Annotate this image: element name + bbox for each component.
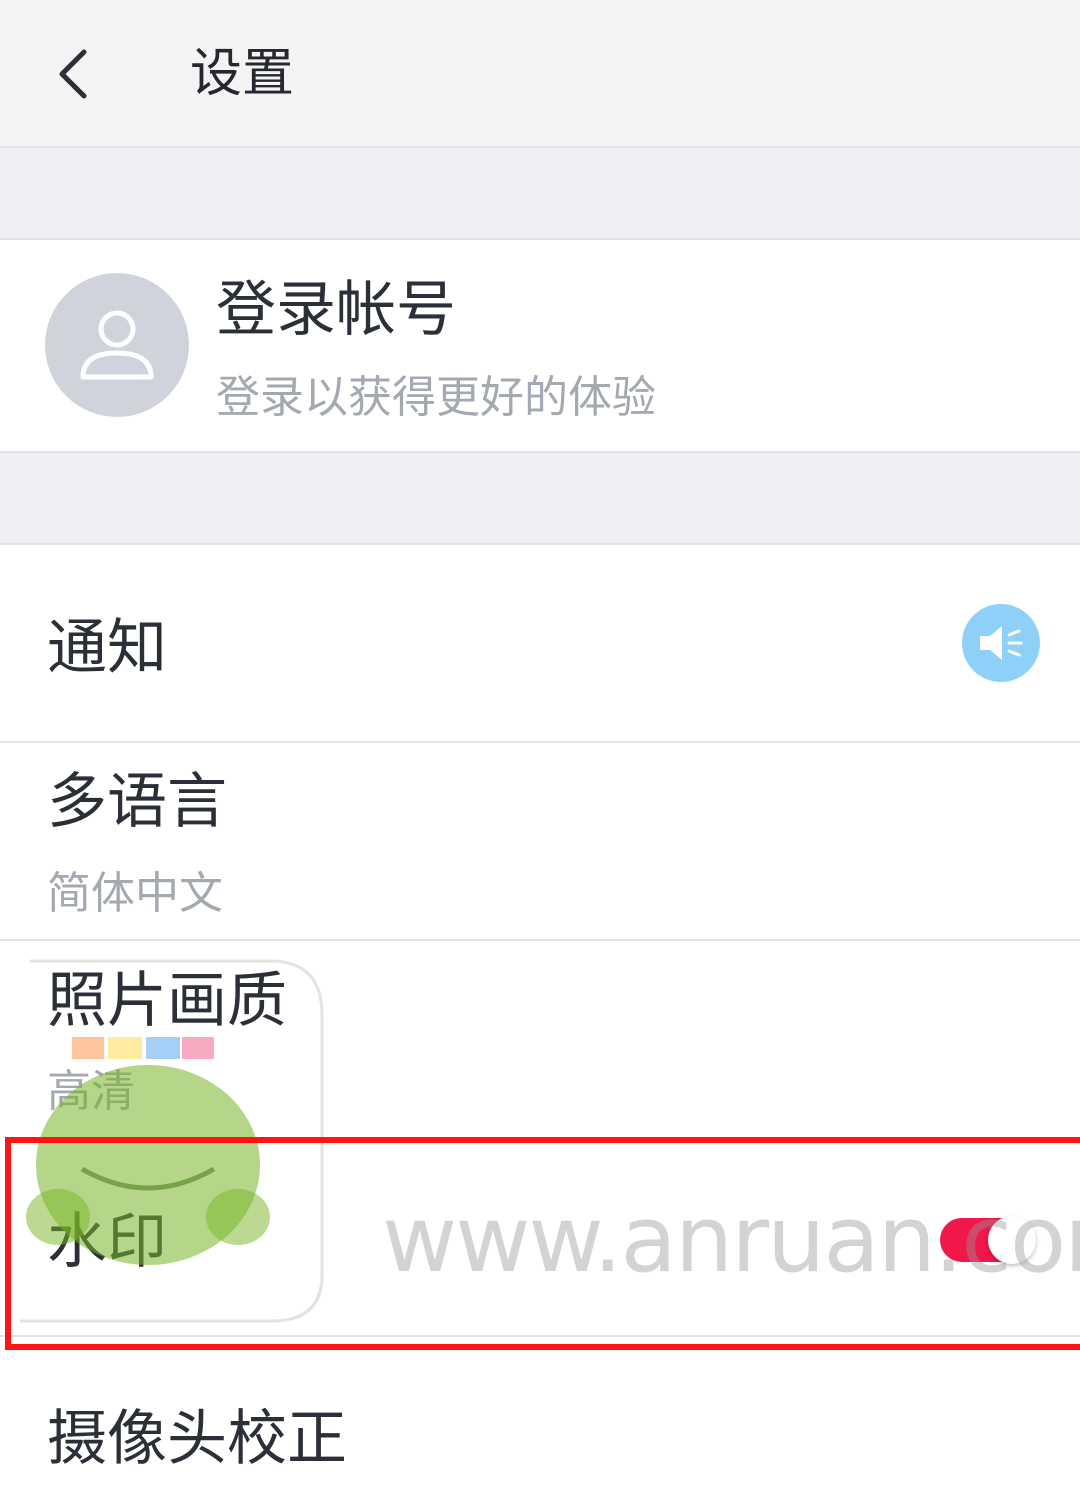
avatar <box>45 273 189 417</box>
login-account-row[interactable]: 登录帐号 登录以获得更好的体验 <box>0 240 1080 451</box>
notification-sound-button[interactable] <box>962 604 1040 682</box>
language-value: 简体中文 <box>47 868 223 919</box>
photo-quality-label: 照片画质 <box>47 966 287 1036</box>
toggle-knob <box>988 1216 1036 1264</box>
notification-label: 通知 <box>47 613 167 683</box>
speaker-icon <box>980 626 1023 660</box>
camera-calibration-label: 摄像头校正 <box>47 1404 347 1474</box>
page-title: 设置 <box>190 44 295 104</box>
section-divider <box>0 148 1080 240</box>
section-divider <box>0 451 1080 545</box>
user-icon <box>80 310 154 380</box>
chevron-left-icon <box>59 49 87 99</box>
watermark-label: 水印 <box>47 1207 167 1277</box>
login-subtitle: 登录以获得更好的体验 <box>216 372 656 423</box>
photo-quality-value: 高清 <box>47 1066 135 1117</box>
watermark-toggle[interactable] <box>940 1216 1036 1264</box>
login-title: 登录帐号 <box>216 275 456 345</box>
language-label: 多语言 <box>47 767 227 837</box>
app-header: 设置 <box>0 0 1080 148</box>
back-button[interactable] <box>38 38 110 110</box>
